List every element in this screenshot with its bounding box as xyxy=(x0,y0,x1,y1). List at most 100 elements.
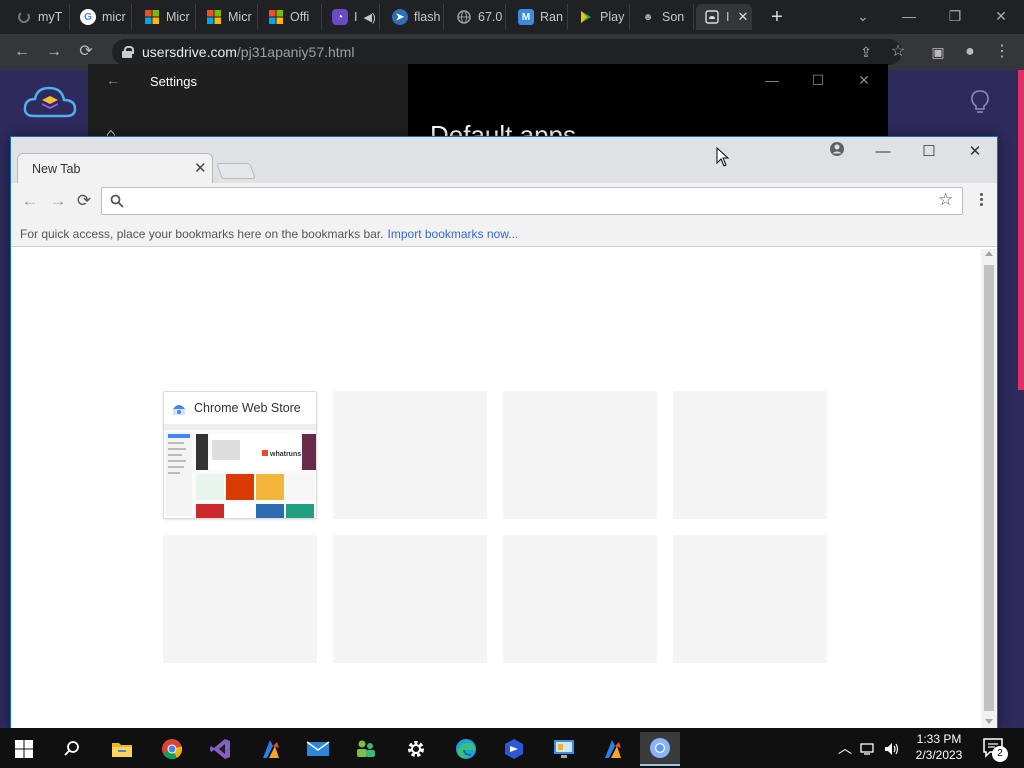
settings-sidebar: ← Settings ⌂ xyxy=(88,64,408,144)
share-icon[interactable]: ⇪ xyxy=(854,42,878,62)
outer-tab-bar: myT G micr Micr Micr Offi ◔ I ◀) ➤ flash… xyxy=(0,0,1024,34)
settings-close-button[interactable]: ✕ xyxy=(844,72,884,89)
tab-title: myT xyxy=(38,10,63,24)
mask-icon: ☻ xyxy=(642,11,654,23)
settings-minimize-button[interactable]: — xyxy=(752,72,792,88)
chrome-web-store-icon xyxy=(173,405,185,415)
forward-button[interactable]: → xyxy=(42,42,66,62)
forward-button[interactable]: → xyxy=(47,191,69,211)
close-window-button[interactable]: ✕ xyxy=(953,141,997,163)
show-hidden-icons-chevron-icon[interactable]: ︿ xyxy=(838,738,852,758)
omnibox-input[interactable]: ☆ xyxy=(101,187,963,215)
address-bar[interactable]: usersdrive.com/pj31apaniy57.html xyxy=(112,39,902,65)
edge-icon[interactable] xyxy=(446,732,486,766)
settings-maximize-button[interactable]: ☐ xyxy=(798,72,838,89)
minimize-button[interactable]: — xyxy=(886,4,932,28)
tab-offi[interactable]: Offi xyxy=(260,4,322,30)
search-icon xyxy=(110,194,124,208)
close-tab-icon[interactable]: ✕ xyxy=(737,9,748,25)
back-button[interactable]: ← xyxy=(10,42,34,62)
most-visited-tile-empty xyxy=(163,535,317,663)
most-visited-tile-chrome-web-store[interactable]: Chrome Web Store whatruns xyxy=(163,391,317,519)
menu-icon[interactable]: ⋮ xyxy=(990,42,1014,62)
chrome-icon[interactable] xyxy=(152,732,192,766)
vertical-scrollbar[interactable] xyxy=(981,249,997,728)
microsoft-icon xyxy=(268,9,284,25)
scroll-down-arrow-icon[interactable] xyxy=(985,719,993,724)
copilot-icon[interactable] xyxy=(494,732,534,766)
tab-67[interactable]: 67.0 xyxy=(448,4,506,30)
settings-window: ← Settings ⌂ Default apps — ☐ ✕ xyxy=(88,64,888,150)
tab-myt[interactable]: myT xyxy=(8,4,70,30)
tab-title: flash xyxy=(414,10,441,24)
people-icon[interactable] xyxy=(346,732,386,766)
back-button[interactable]: ← xyxy=(19,191,41,211)
tab-audio[interactable]: ◔ I ◀) xyxy=(324,4,380,30)
settings-title: Settings xyxy=(150,74,197,89)
tab-title: Offi xyxy=(290,10,310,24)
tab-active[interactable]: I ✕ xyxy=(696,4,752,30)
scroll-thumb[interactable] xyxy=(984,265,994,711)
tile-thumbnail: whatruns xyxy=(164,424,316,518)
maximize-button[interactable]: ☐ xyxy=(907,141,951,163)
settings-gear-icon[interactable] xyxy=(396,732,436,766)
reload-button[interactable]: ⟳ xyxy=(74,42,98,62)
profile-icon[interactable]: ● xyxy=(958,42,982,62)
close-tab-icon[interactable]: ✕ xyxy=(194,159,207,177)
search-icon[interactable] xyxy=(52,732,92,766)
tab-new-tab[interactable]: New Tab ✕ xyxy=(17,153,213,183)
tab-play[interactable]: Play xyxy=(570,4,630,30)
tab-title: Micr xyxy=(228,10,252,24)
bookmark-star-icon[interactable]: ☆ xyxy=(886,42,910,62)
new-tab-button[interactable]: + xyxy=(766,6,788,29)
play-store-icon xyxy=(578,9,594,25)
tab-micr-3[interactable]: Micr xyxy=(198,4,258,30)
scroll-up-arrow-icon[interactable] xyxy=(985,251,993,256)
tile-title: Chrome Web Store xyxy=(194,401,301,415)
side-panel-icon[interactable]: ▣ xyxy=(926,42,950,62)
chromium-icon[interactable] xyxy=(640,732,680,766)
spinner-icon xyxy=(16,9,32,25)
notification-count-badge: 2 xyxy=(992,746,1008,762)
m-icon: M xyxy=(518,9,534,25)
visual-studio-icon[interactable] xyxy=(200,732,240,766)
tab-flash[interactable]: ➤ flash xyxy=(384,4,444,30)
menu-icon[interactable] xyxy=(971,191,991,211)
mail-icon[interactable] xyxy=(298,732,338,766)
most-visited-tile-empty xyxy=(673,391,827,519)
tab-search-icon[interactable]: ⌄ xyxy=(840,4,886,28)
most-visited-tile-empty xyxy=(503,391,657,519)
tab-micr[interactable]: G micr xyxy=(72,4,132,30)
windows-start-icon[interactable] xyxy=(4,732,44,766)
profile-icon[interactable] xyxy=(829,141,845,157)
lightbulb-icon[interactable] xyxy=(966,88,994,116)
tab-title: Son xyxy=(662,10,685,24)
import-bookmarks-link[interactable]: Import bookmarks now... xyxy=(388,227,519,241)
clock[interactable]: 1:33 PM 2/3/2023 xyxy=(904,731,974,763)
tab-title: I xyxy=(354,10,358,24)
restore-button[interactable]: ❐ xyxy=(932,4,978,28)
app-colorful-icon[interactable] xyxy=(250,732,290,766)
tab-son[interactable]: ☻ Son xyxy=(632,4,694,30)
tab-ran[interactable]: M Ran xyxy=(510,4,568,30)
minimize-button[interactable]: — xyxy=(861,141,905,163)
bookmark-star-icon[interactable]: ☆ xyxy=(938,190,953,210)
app-colorful-2-icon[interactable] xyxy=(592,732,632,766)
control-panel-icon[interactable] xyxy=(544,732,584,766)
most-visited-tile-empty xyxy=(503,535,657,663)
back-arrow-icon[interactable]: ← xyxy=(106,72,120,88)
volume-icon[interactable] xyxy=(880,732,904,766)
close-window-button[interactable]: ✕ xyxy=(978,4,1024,28)
network-icon[interactable] xyxy=(856,732,880,766)
thumbnail-text: whatruns xyxy=(269,451,301,458)
reload-button[interactable]: ⟳ xyxy=(73,191,95,211)
file-explorer-icon[interactable] xyxy=(102,732,142,766)
mouse-cursor-icon xyxy=(716,147,730,167)
speaker-icon[interactable]: ◀) xyxy=(363,11,375,24)
inner-tab-strip: New Tab ✕ — ☐ ✕ xyxy=(11,137,997,183)
page-accent-bar xyxy=(1018,70,1024,390)
new-tab-button[interactable] xyxy=(216,163,256,179)
microsoft-icon xyxy=(206,9,222,25)
clock-date: 2/3/2023 xyxy=(915,748,963,762)
tab-micr-2[interactable]: Micr xyxy=(136,4,196,30)
